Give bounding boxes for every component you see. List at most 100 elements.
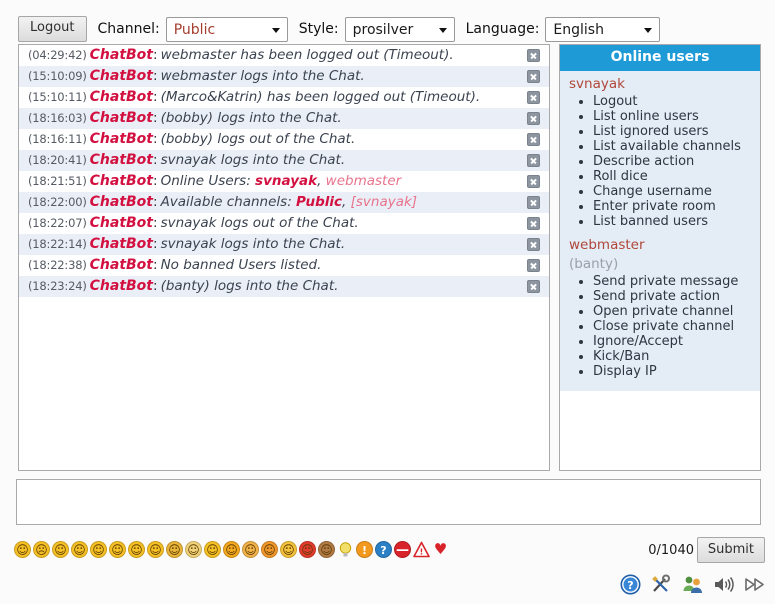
message-timestamp: (18:22:14) — [28, 237, 87, 251]
message-timestamp: (18:22:00) — [28, 195, 87, 209]
tongue-out-emoticon[interactable]: ☺ — [261, 541, 278, 558]
user-command-item[interactable]: List banned users — [593, 215, 760, 230]
close-icon[interactable] — [527, 259, 540, 272]
sunglasses-emoticon[interactable]: ☺ — [204, 541, 221, 558]
user-command-item[interactable]: Close private channel — [593, 319, 760, 335]
language-select[interactable]: English — [545, 16, 661, 42]
grin-emoticon[interactable]: ☺ — [90, 541, 107, 558]
chat-application: Logout Channel: Public Style: prosilver … — [0, 0, 775, 604]
laugh-emoticon[interactable]: ☺ — [223, 541, 240, 558]
close-icon[interactable] — [527, 280, 540, 293]
close-icon[interactable] — [527, 154, 540, 167]
devil-emoticon[interactable]: ☺ — [299, 541, 316, 558]
close-icon[interactable] — [527, 49, 540, 62]
warning-icon[interactable]: ! — [413, 541, 430, 558]
message-text: No banned Users listed. — [160, 257, 322, 273]
style-label: Style: — [298, 21, 339, 37]
message-text: webmaster logs into the Chat. — [160, 68, 365, 84]
blush-emoticon[interactable]: ☺ — [280, 541, 297, 558]
idea-bulb-icon[interactable] — [337, 541, 354, 558]
shy-emoticon[interactable]: ☺ — [147, 541, 164, 558]
forbidden-icon[interactable]: — — [394, 541, 411, 558]
surprised-emoticon[interactable]: ☺ — [128, 541, 145, 558]
message-text: svnayak logs into the Chat. — [160, 152, 346, 168]
user-command-item[interactable]: Change username — [593, 185, 760, 200]
wink-emoticon[interactable]: ☺ — [52, 541, 69, 558]
message-soft-highlight: webmaster — [325, 173, 402, 189]
smile-emoticon[interactable]: ☺ — [14, 541, 31, 558]
message-timestamp: (15:10:11) — [28, 90, 87, 104]
message-author[interactable]: ChatBot — [90, 278, 153, 294]
chat-message-list[interactable]: (04:29:42) ChatBot: webmaster has been log… — [18, 44, 550, 471]
online-users-list: svnayakLogoutList online usersList ignor… — [560, 71, 760, 392]
chevron-down-icon — [644, 27, 653, 33]
online-user-name[interactable]: (banty) — [560, 255, 760, 274]
close-icon[interactable] — [527, 175, 540, 188]
message-author[interactable]: ChatBot — [90, 47, 153, 63]
fast-forward-icon[interactable] — [744, 574, 765, 595]
style-select-value: prosilver — [352, 21, 414, 38]
cry-emoticon[interactable]: ☺ — [242, 541, 259, 558]
user-command-item[interactable]: Roll dice — [593, 170, 760, 185]
help-icon[interactable]: ? — [620, 574, 641, 595]
close-icon[interactable] — [527, 91, 540, 104]
close-icon[interactable] — [527, 133, 540, 146]
close-icon[interactable] — [527, 196, 540, 209]
style-select[interactable]: prosilver — [344, 16, 455, 42]
neutral-emoticon[interactable]: ☺ — [109, 541, 126, 558]
online-user-name[interactable]: svnayak — [560, 75, 760, 94]
message-text: (bobby) logs out of the Chat. — [160, 131, 356, 147]
message-separator: : — [153, 173, 158, 189]
question-icon[interactable]: ? — [375, 541, 392, 558]
message-text: svnayak logs into the Chat. — [160, 236, 346, 252]
sound-icon[interactable] — [713, 574, 734, 595]
user-command-item[interactable]: Ignore/Accept — [593, 334, 760, 350]
heart-icon[interactable]: ♥ — [432, 541, 449, 558]
user-command-item[interactable]: Kick/Ban — [593, 349, 760, 365]
message-input[interactable] — [16, 479, 761, 525]
user-command-item[interactable]: Display IP — [593, 364, 760, 380]
language-label: Language: — [465, 21, 540, 37]
submit-button[interactable]: Submit — [696, 537, 765, 563]
emoticon-bar: ☺ ☹ ☺ ☺ ☺ ☺ ☺ ☺ ☺ ☺ ☺ ☺ ☺ ☺ ☺ ☺ ☺!? —! ♥ — [14, 541, 449, 558]
message-author[interactable]: ChatBot — [90, 152, 153, 168]
sad-emoticon[interactable]: ☹ — [33, 541, 50, 558]
message-author[interactable]: ChatBot — [90, 131, 153, 147]
user-command-item[interactable]: Enter private room — [593, 200, 760, 215]
message-author[interactable]: ChatBot — [90, 89, 153, 105]
user-command-item[interactable]: Logout — [593, 95, 760, 110]
online-user-name[interactable]: webmaster — [560, 236, 760, 255]
settings-tools-icon[interactable] — [651, 574, 672, 595]
message-author[interactable]: ChatBot — [90, 257, 153, 273]
close-icon[interactable] — [527, 217, 540, 230]
message-author[interactable]: ChatBot — [90, 215, 153, 231]
user-command-item[interactable]: List available channels — [593, 140, 760, 155]
eyes-wide-emoticon[interactable]: ☺ — [185, 541, 202, 558]
logout-button[interactable]: Logout — [18, 16, 87, 42]
message-text-part: , — [317, 173, 326, 189]
exclamation-icon[interactable]: ! — [356, 541, 373, 558]
message-highlight: Public — [296, 194, 342, 210]
message-author[interactable]: ChatBot — [90, 110, 153, 126]
message-author[interactable]: ChatBot — [90, 194, 153, 210]
user-command-item[interactable]: Send private message — [593, 274, 760, 290]
close-icon[interactable] — [527, 112, 540, 125]
user-command-item[interactable]: Describe action — [593, 155, 760, 170]
close-icon[interactable] — [527, 70, 540, 83]
user-command-item[interactable]: Send private action — [593, 289, 760, 305]
users-icon[interactable] — [682, 574, 703, 595]
user-command-item[interactable]: List ignored users — [593, 125, 760, 140]
message-timestamp: (18:16:03) — [28, 111, 87, 125]
message-separator: : — [153, 194, 158, 210]
message-author[interactable]: ChatBot — [90, 236, 153, 252]
message-author[interactable]: ChatBot — [90, 173, 153, 189]
user-command-item[interactable]: Open private channel — [593, 304, 760, 320]
message-author[interactable]: ChatBot — [90, 68, 153, 84]
monkey-emoticon[interactable]: ☺ — [318, 541, 335, 558]
channel-select[interactable]: Public — [165, 16, 288, 42]
message-text-part: Available channels: — [160, 194, 297, 210]
tongue-emoticon[interactable]: ☺ — [71, 541, 88, 558]
close-icon[interactable] — [527, 238, 540, 251]
cool-glasses-emoticon[interactable]: ☺ — [166, 541, 183, 558]
user-command-item[interactable]: List online users — [593, 110, 760, 125]
